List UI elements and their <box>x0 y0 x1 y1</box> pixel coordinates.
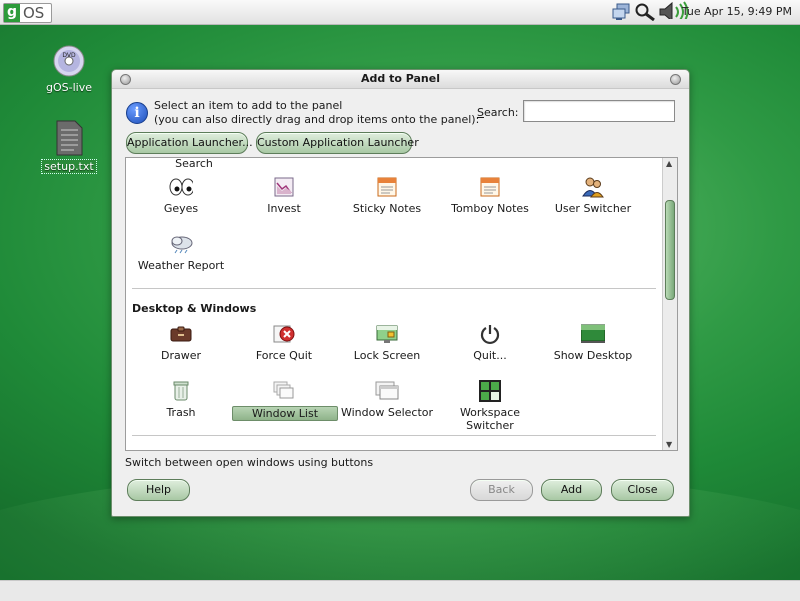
workspace-switcher-icon <box>478 380 502 402</box>
list-item-user-switcher[interactable]: User Switcher <box>543 176 643 215</box>
gos-logo-os: OS <box>23 4 45 22</box>
item-label: Force Quit <box>255 349 313 362</box>
list-item-search[interactable]: Search <box>144 158 244 170</box>
section-divider <box>132 435 656 436</box>
search-label: Search: <box>477 106 519 119</box>
item-label: Quit... <box>473 349 507 362</box>
notes-icon <box>375 176 399 198</box>
applet-list[interactable]: Search Geyes Invest Sticky Notes Tomboy … <box>125 157 678 451</box>
close-button-label: Close <box>627 483 658 496</box>
power-icon <box>478 323 502 345</box>
item-label: Show Desktop <box>553 349 633 362</box>
trash-icon <box>169 380 193 402</box>
item-label: Sticky Notes <box>352 202 422 215</box>
top-panel: g OS Tue Apr 15, 9:49 PM <box>0 0 800 25</box>
bottom-panel <box>0 580 800 601</box>
desktop-icon-label: gOS-live <box>46 81 92 94</box>
item-label: Window List <box>232 406 338 421</box>
clock[interactable]: Tue Apr 15, 9:49 PM <box>682 5 792 18</box>
list-item-window-list[interactable]: Window List <box>232 380 338 421</box>
help-button[interactable]: Help <box>127 479 190 501</box>
instruction-line-2: (you can also directly drag and drop ite… <box>154 113 480 126</box>
window-list-icon <box>272 380 296 402</box>
weather-icon <box>169 233 193 255</box>
add-button[interactable]: Add <box>541 479 602 501</box>
drawer-icon <box>169 323 193 345</box>
scroll-down-arrow-icon[interactable]: ▼ <box>666 440 672 449</box>
chart-icon <box>272 176 296 198</box>
window-close-button[interactable] <box>670 74 681 85</box>
item-label: Weather Report <box>137 259 225 272</box>
scroll-up-arrow-icon[interactable]: ▲ <box>666 159 672 168</box>
item-label: Lock Screen <box>353 349 421 362</box>
network-icon[interactable] <box>612 3 632 21</box>
item-label: Trash <box>166 406 196 419</box>
status-description: Switch between open windows using button… <box>125 456 374 469</box>
section-divider <box>132 288 656 289</box>
instruction-line-1: Select an item to add to the panel <box>154 99 343 112</box>
list-item-window-selector[interactable]: Window Selector <box>337 380 437 419</box>
list-item-invest[interactable]: Invest <box>234 176 334 215</box>
item-label: Tomboy Notes <box>451 202 529 215</box>
window-selector-icon <box>375 380 399 402</box>
item-label: Geyes <box>163 202 199 215</box>
list-item-weather-report[interactable]: Weather Report <box>131 233 231 272</box>
desktop-icon-gos-live[interactable]: DVD gOS-live <box>34 44 104 94</box>
text-file-icon <box>56 120 83 156</box>
notes-icon <box>478 176 502 198</box>
search-input[interactable] <box>523 100 675 122</box>
svg-text:DVD: DVD <box>62 52 76 59</box>
desktop-icon-setup-txt[interactable]: setup.txt <box>34 120 104 174</box>
back-button-label: Back <box>488 483 515 496</box>
list-item-drawer[interactable]: Drawer <box>131 323 231 362</box>
dvd-icon: DVD <box>53 45 85 77</box>
add-button-label: Add <box>560 483 583 496</box>
scrollbar-thumb[interactable] <box>665 200 675 300</box>
titlebar[interactable]: Add to Panel <box>112 70 689 89</box>
show-desktop-icon <box>581 323 605 345</box>
list-item-geyes[interactable]: Geyes <box>131 176 231 215</box>
users-icon <box>581 176 605 198</box>
section-title: Desktop & Windows <box>132 302 257 315</box>
application-launcher-button[interactable]: Application Launcher... <box>126 132 253 154</box>
gos-logo-g: g <box>4 4 20 22</box>
list-item-quit[interactable]: Quit... <box>440 323 540 362</box>
help-button-label: Help <box>145 483 172 496</box>
force-quit-icon <box>272 323 296 345</box>
lock-screen-icon <box>375 323 399 345</box>
dialog-title: Add to Panel <box>361 72 440 85</box>
list-item-show-desktop[interactable]: Show Desktop <box>543 323 643 362</box>
list-item-tomboy-notes[interactable]: Tomboy Notes <box>440 176 540 215</box>
add-to-panel-dialog: Add to Panel i Select an item to add to … <box>111 69 690 517</box>
close-button[interactable]: Close <box>611 479 674 501</box>
custom-application-launcher-button[interactable]: Custom Application Launcher <box>256 132 419 154</box>
item-label: User Switcher <box>554 202 632 215</box>
info-icon: i <box>126 102 148 124</box>
list-item-force-quit[interactable]: Force Quit <box>234 323 334 362</box>
gos-menu-button[interactable]: g OS <box>3 3 52 23</box>
desktop-icon-label: setup.txt <box>41 159 97 174</box>
item-label: Window Selector <box>340 406 434 419</box>
list-item-lock-screen[interactable]: Lock Screen <box>337 323 437 362</box>
search-icon[interactable] <box>634 3 656 21</box>
item-label: Drawer <box>160 349 202 362</box>
eyes-icon <box>169 176 193 198</box>
item-label: Search <box>175 158 213 170</box>
back-button[interactable]: Back <box>470 479 533 501</box>
item-label: Invest <box>267 202 301 215</box>
item-label: Workspace Switcher <box>459 406 521 432</box>
list-item-trash[interactable]: Trash <box>131 380 231 419</box>
list-item-sticky-notes[interactable]: Sticky Notes <box>337 176 437 215</box>
list-scrollbar[interactable]: ▲ ▼ <box>662 158 677 450</box>
list-item-workspace-switcher[interactable]: Workspace Switcher <box>440 380 540 432</box>
